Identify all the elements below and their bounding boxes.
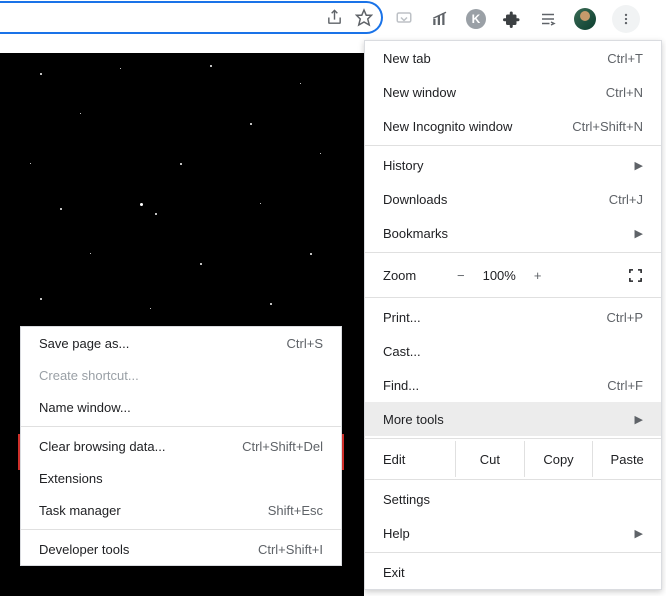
menu-new-incognito[interactable]: New Incognito window Ctrl+Shift+N: [365, 109, 661, 143]
menu-label: Bookmarks: [383, 226, 448, 241]
profile-avatar[interactable]: [574, 8, 596, 30]
browser-toolbar: K: [394, 4, 640, 34]
edit-cut-button[interactable]: Cut: [455, 441, 524, 477]
menu-label: Help: [383, 526, 410, 541]
submenu-shortcut: Shift+Esc: [268, 503, 323, 518]
menu-shortcut: Ctrl+P: [607, 310, 643, 325]
submenu-shortcut: Ctrl+Shift+Del: [242, 439, 323, 454]
menu-downloads[interactable]: Downloads Ctrl+J: [365, 182, 661, 216]
menu-cast[interactable]: Cast...: [365, 334, 661, 368]
share-icon[interactable]: [325, 9, 343, 27]
submenu-create-shortcut: Create shortcut...: [21, 359, 341, 391]
menu-shortcut: Ctrl+J: [609, 192, 643, 207]
menu-label: Find...: [383, 378, 419, 393]
reading-list-icon[interactable]: [538, 9, 558, 29]
menu-shortcut: Ctrl+N: [606, 85, 643, 100]
edit-paste-button[interactable]: Paste: [592, 441, 661, 477]
edit-copy-button[interactable]: Copy: [524, 441, 593, 477]
menu-separator: [365, 297, 661, 298]
submenu-label: Extensions: [39, 471, 103, 486]
menu-zoom-row: Zoom − 100% +: [365, 255, 661, 295]
menu-label: New tab: [383, 51, 431, 66]
menu-label: More tools: [383, 412, 444, 427]
chevron-right-icon: ▶: [635, 413, 643, 426]
menu-separator: [365, 145, 661, 146]
menu-label: Downloads: [383, 192, 447, 207]
menu-label: Edit: [365, 452, 455, 467]
submenu-separator: [21, 426, 341, 427]
chevron-right-icon: ▶: [635, 159, 643, 172]
menu-label: Cast...: [383, 344, 421, 359]
menu-label: New Incognito window: [383, 119, 512, 134]
menu-shortcut: Ctrl+T: [607, 51, 643, 66]
submenu-label: Save page as...: [39, 336, 129, 351]
menu-more-tools[interactable]: More tools ▶: [365, 402, 661, 436]
menu-history[interactable]: History ▶: [365, 148, 661, 182]
menu-help[interactable]: Help ▶: [365, 516, 661, 550]
menu-shortcut: Ctrl+F: [607, 378, 643, 393]
menu-settings[interactable]: Settings: [365, 482, 661, 516]
menu-separator: [365, 479, 661, 480]
menu-new-tab[interactable]: New tab Ctrl+T: [365, 41, 661, 75]
address-bar[interactable]: [0, 1, 383, 34]
menu-print[interactable]: Print... Ctrl+P: [365, 300, 661, 334]
pocket-icon[interactable]: [394, 9, 414, 29]
menu-shortcut: Ctrl+Shift+N: [572, 119, 643, 134]
menu-label: Settings: [383, 492, 430, 507]
zoom-in-button[interactable]: +: [534, 268, 542, 283]
submenu-label: Name window...: [39, 400, 131, 415]
main-menu: New tab Ctrl+T New window Ctrl+N New Inc…: [364, 40, 662, 590]
menu-bookmarks[interactable]: Bookmarks ▶: [365, 216, 661, 250]
chevron-right-icon: ▶: [635, 227, 643, 240]
submenu-shortcut: Ctrl+Shift+I: [258, 542, 323, 557]
submenu-extensions[interactable]: Extensions: [21, 462, 341, 494]
submenu-developer-tools[interactable]: Developer tools Ctrl+Shift+I: [21, 533, 341, 565]
menu-label: Exit: [383, 565, 405, 580]
menu-label: History: [383, 158, 423, 173]
submenu-label: Task manager: [39, 503, 121, 518]
menu-separator: [365, 438, 661, 439]
chevron-right-icon: ▶: [635, 527, 643, 540]
submenu-shortcut: Ctrl+S: [287, 336, 323, 351]
main-menu-button[interactable]: [612, 5, 640, 33]
submenu-separator: [21, 529, 341, 530]
menu-find[interactable]: Find... Ctrl+F: [365, 368, 661, 402]
menu-label: Print...: [383, 310, 421, 325]
submenu-label: Create shortcut...: [39, 368, 139, 383]
submenu-save-page[interactable]: Save page as... Ctrl+S: [21, 327, 341, 359]
menu-new-window[interactable]: New window Ctrl+N: [365, 75, 661, 109]
fullscreen-icon[interactable]: [628, 268, 643, 283]
extensions-puzzle-icon[interactable]: [502, 9, 522, 29]
menu-label: New window: [383, 85, 456, 100]
menu-label: Zoom: [383, 268, 443, 283]
submenu-task-manager[interactable]: Task manager Shift+Esc: [21, 494, 341, 526]
analytics-icon[interactable]: [430, 9, 450, 29]
menu-separator: [365, 252, 661, 253]
menu-edit-row: Edit Cut Copy Paste: [365, 441, 661, 477]
k-extension-icon[interactable]: K: [466, 9, 486, 29]
submenu-clear-browsing-data[interactable]: Clear browsing data... Ctrl+Shift+Del: [21, 430, 341, 462]
zoom-out-button[interactable]: −: [457, 268, 465, 283]
menu-separator: [365, 552, 661, 553]
submenu-name-window[interactable]: Name window...: [21, 391, 341, 423]
submenu-label: Clear browsing data...: [39, 439, 165, 454]
submenu-label: Developer tools: [39, 542, 129, 557]
star-icon[interactable]: [355, 9, 373, 27]
zoom-value: 100%: [483, 268, 516, 283]
menu-exit[interactable]: Exit: [365, 555, 661, 589]
more-tools-submenu: Save page as... Ctrl+S Create shortcut..…: [20, 326, 342, 566]
